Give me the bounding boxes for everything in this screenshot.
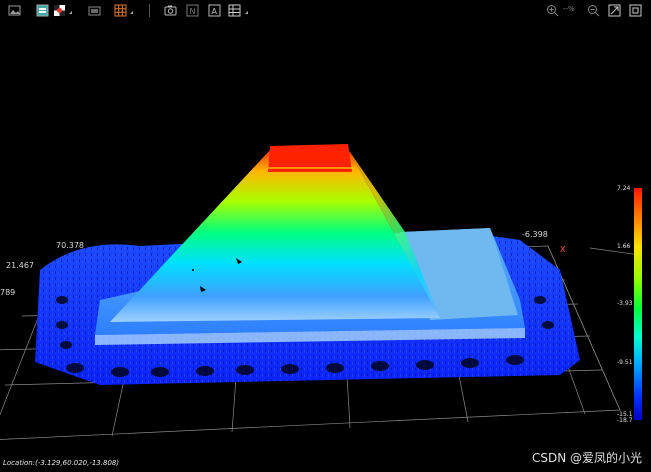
- colorbar-tick: -9.51: [617, 359, 633, 366]
- pyramid-front-face: [110, 150, 440, 322]
- axis-label: 789: [0, 288, 16, 297]
- axis-label: -6.398: [522, 230, 548, 239]
- colorbar-tick: 7.24: [617, 185, 631, 192]
- location-readout: Location:(-3.129,60.020,-13.808): [3, 459, 120, 467]
- color-scale-bar: [634, 188, 642, 420]
- watermark: CSDN @爱凤的小光: [532, 451, 643, 465]
- colorbar-tick: 1.66: [617, 243, 631, 250]
- axis-label: 70.378: [56, 241, 84, 250]
- colorbar-tick: -18.7: [617, 417, 633, 424]
- axis-label: 21.467: [6, 261, 34, 270]
- x-axis-label: X: [560, 245, 566, 254]
- colorbar-tick: -3.93: [617, 300, 633, 307]
- point-cloud-3d-view[interactable]: [0, 0, 651, 472]
